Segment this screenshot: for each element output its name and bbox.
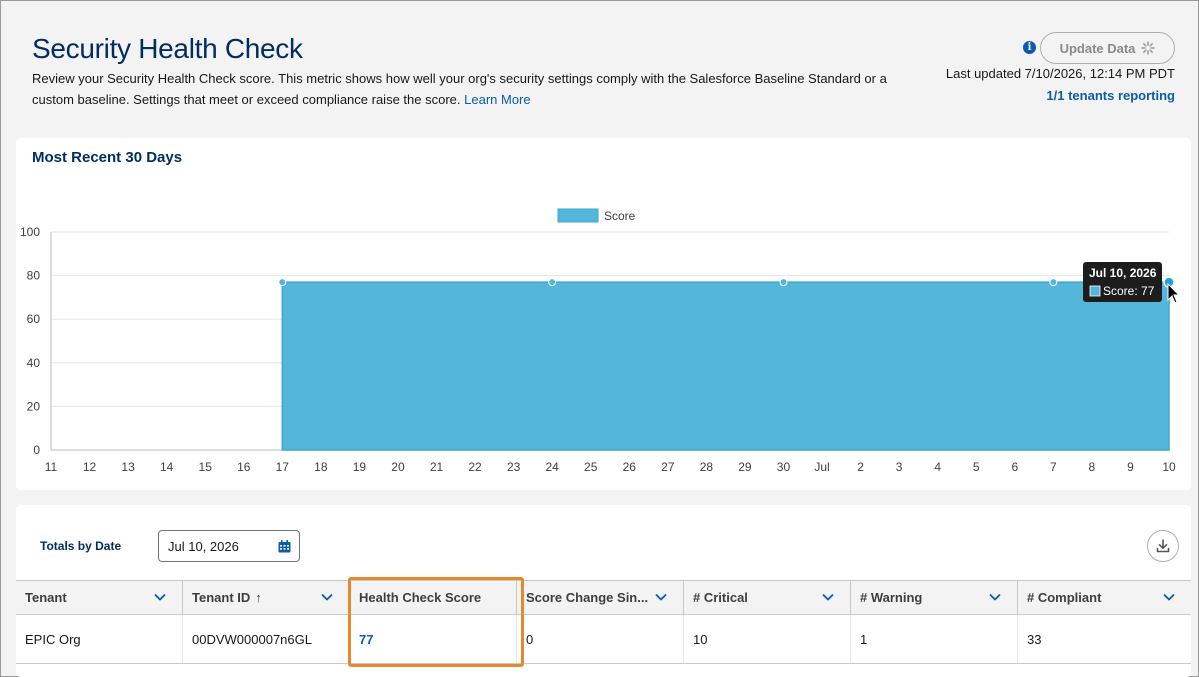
x-tick-label: 9 (1127, 460, 1134, 474)
chart-card: Most Recent 30 Days 0 20 40 60 80 100 11 12 13 14… (16, 138, 1191, 490)
x-tick-label: 14 (160, 460, 174, 474)
tooltip-value: Score: 77 (1103, 284, 1155, 298)
x-tick-label: 30 (777, 460, 791, 474)
table-row: EPIC Org 00DVW000007n6GL 77 0 10 1 33 (16, 615, 1191, 663)
y-tick-label: 0 (33, 443, 40, 457)
column-header-label: # Critical (693, 590, 748, 605)
column-header-label: # Warning (860, 590, 923, 605)
y-tick-label: 40 (27, 356, 41, 370)
chevron-down-icon[interactable] (154, 593, 166, 601)
x-tick-label: 5 (973, 460, 980, 474)
x-tick-label: 23 (507, 460, 521, 474)
column-header-label: Tenant (25, 590, 67, 605)
column-header-critical[interactable]: # Critical (684, 581, 851, 614)
date-value: Jul 10, 2026 (168, 538, 239, 554)
tenants-table: Tenant Tenant ID ↑ Health Check Score Sc… (16, 580, 1191, 664)
chevron-down-icon[interactable] (989, 593, 1001, 601)
x-tick-label: 4 (934, 460, 941, 474)
cell-health-check-score: 77 (350, 615, 517, 663)
chevron-down-icon[interactable] (655, 593, 667, 601)
x-tick-label: 21 (430, 460, 444, 474)
update-data-button[interactable]: Update Data (1040, 32, 1175, 64)
x-tick-label: 2 (857, 460, 864, 474)
y-tick-label: 20 (27, 399, 41, 413)
tooltip-swatch (1089, 285, 1101, 297)
sort-ascending-icon[interactable]: ↑ (255, 590, 262, 605)
page-title: Security Health Check (32, 33, 303, 64)
table-card: Totals by Date Jul 10, 2026 Tenant Tenan… (16, 505, 1191, 677)
date-picker-input[interactable]: Jul 10, 2026 (158, 530, 300, 562)
x-tick-label: 27 (661, 460, 675, 474)
last-updated-text: Last updated 7/10/2026, 12:14 PM PDT (945, 66, 1175, 81)
x-tick-label: 29 (738, 460, 752, 474)
chevron-down-icon[interactable] (321, 593, 333, 601)
chevron-down-icon[interactable] (1163, 593, 1175, 601)
cell-tenant-id: 00DVW000007n6GL (183, 615, 350, 663)
score-area-chart[interactable]: 02040608010011 12 13 14 15 16 17 18 19 20 21 22 23 24… (16, 138, 1191, 490)
column-header-warning[interactable]: # Warning (851, 581, 1018, 614)
column-header-tenant[interactable]: Tenant (16, 581, 183, 614)
x-tick-label: 28 (700, 460, 714, 474)
x-tick-label: 17 (276, 460, 290, 474)
update-data-label: Update Data (1059, 40, 1136, 56)
x-tick-label: 25 (584, 460, 598, 474)
data-point-marker (779, 278, 788, 287)
x-tick-label: 10 (1162, 460, 1176, 474)
page-description: Review your Security Health Check score.… (32, 68, 932, 110)
x-tick-label: 19 (353, 460, 367, 474)
x-tick-label: 8 (1089, 460, 1096, 474)
y-tick-label: 80 (27, 269, 41, 283)
download-icon (1156, 539, 1170, 553)
x-tick-label: 3 (896, 460, 903, 474)
column-header-health-check-score[interactable]: Health Check Score (350, 581, 517, 614)
legend-swatch (557, 208, 599, 223)
x-tick-label: 26 (623, 460, 637, 474)
x-tick-label: Jul (814, 460, 829, 474)
cell-score-change: 0 (517, 615, 684, 663)
score-area (281, 281, 1170, 451)
totals-by-date-label: Totals by Date (40, 539, 122, 553)
x-tick-label: 16 (237, 460, 251, 474)
x-tick-label: 20 (391, 460, 405, 474)
calendar-icon[interactable] (278, 540, 291, 553)
column-header-compliant[interactable]: # Compliant (1018, 581, 1191, 614)
learn-more-link[interactable]: Learn More (464, 92, 530, 107)
column-header-label: Tenant ID (192, 590, 251, 605)
x-tick-label: 18 (314, 460, 328, 474)
description-text: Review your Security Health Check score.… (32, 71, 887, 107)
info-icon[interactable]: i (1023, 41, 1036, 54)
cell-compliant: 33 (1027, 631, 1042, 647)
chevron-down-icon[interactable] (822, 593, 834, 601)
y-tick-label: 60 (27, 312, 41, 326)
download-button[interactable] (1147, 530, 1179, 562)
x-tick-label: 24 (545, 460, 559, 474)
health-check-score-link[interactable]: 77 (359, 632, 373, 647)
cell-warning: 1 (851, 615, 1018, 663)
x-tick-label: 13 (121, 460, 135, 474)
data-point-marker (548, 278, 557, 287)
cell-critical: 10 (684, 615, 851, 663)
tenants-reporting-link[interactable]: 1/1 tenants reporting (1046, 88, 1175, 103)
column-header-label: Score Change Sin... (526, 590, 649, 605)
x-tick-label: 15 (199, 460, 213, 474)
column-header-label: Health Check Score (359, 590, 482, 605)
x-tick-label: 12 (83, 460, 97, 474)
x-tick-label: 6 (1011, 460, 1018, 474)
column-header-score-change[interactable]: Score Change Sin... (517, 581, 684, 614)
x-tick-label: 11 (45, 460, 58, 474)
tooltip-date: Jul 10, 2026 (1089, 266, 1157, 280)
spinner-icon (1141, 41, 1156, 55)
y-tick-label: 100 (20, 225, 40, 239)
column-header-label: # Compliant (1027, 590, 1102, 605)
legend-label: Score (604, 209, 636, 223)
column-header-tenant-id[interactable]: Tenant ID ↑ (183, 581, 350, 614)
data-point-marker (1049, 278, 1058, 287)
table-header-row: Tenant Tenant ID ↑ Health Check Score Sc… (16, 581, 1191, 615)
cell-tenant: EPIC Org (16, 615, 183, 663)
x-tick-label: 7 (1050, 460, 1057, 474)
x-tick-label: 22 (468, 460, 482, 474)
data-point-marker (278, 278, 287, 287)
